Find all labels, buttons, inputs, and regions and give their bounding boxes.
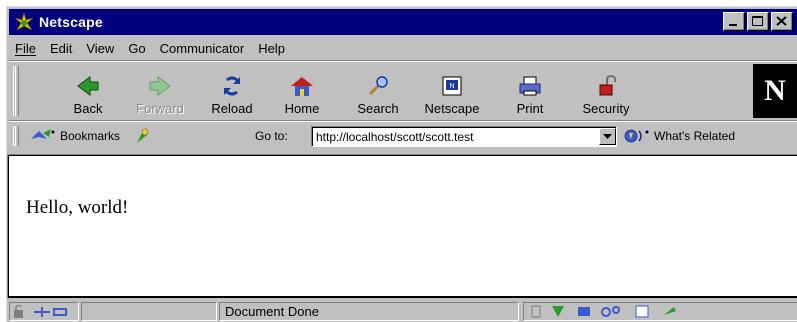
home-button[interactable]: Home — [271, 66, 333, 116]
status-bar: Document Done — [7, 299, 797, 322]
print-button[interactable]: Print — [499, 66, 561, 116]
svg-text:N: N — [449, 83, 454, 90]
location-pin-icon[interactable] — [133, 127, 151, 145]
home-icon — [291, 77, 313, 96]
goto-label: Go to: — [255, 129, 288, 143]
location-toolbar: Bookmarks Go to: http://localhost/scott/… — [9, 123, 797, 149]
toolbar-grip[interactable] — [13, 126, 19, 146]
navigator-icon — [552, 306, 564, 317]
netscape-page-icon: N — [442, 76, 462, 96]
page-content[interactable]: Hello, world! — [7, 154, 797, 298]
menu-communicator[interactable]: Communicator — [160, 41, 245, 56]
close-icon — [776, 16, 787, 26]
menu-file[interactable]: File — [15, 41, 36, 56]
forward-arrow-icon — [149, 76, 171, 96]
url-dropdown-button[interactable] — [599, 128, 616, 145]
bookmarks-button[interactable]: Bookmarks — [29, 126, 151, 146]
printer-icon — [519, 76, 541, 96]
minimize-button[interactable] — [723, 12, 745, 31]
menu-help[interactable]: Help — [258, 41, 285, 56]
separator — [9, 120, 797, 122]
url-input[interactable]: http://localhost/scott/scott.test — [311, 126, 617, 147]
minimize-icon — [729, 24, 737, 26]
bookmarks-icon — [31, 129, 55, 139]
whats-related-button[interactable]: What's Related — [623, 126, 735, 146]
chevron-down-icon — [603, 134, 612, 139]
security-button[interactable]: Security — [575, 66, 637, 116]
navigation-toolbar: Back Forward Reload Home Search N Netsca… — [9, 62, 797, 120]
content-border — [8, 296, 797, 298]
netscape-app-icon — [14, 12, 34, 31]
security-status-panel — [9, 302, 79, 321]
title-bar: Netscape — [9, 9, 797, 35]
progress-bar — [81, 302, 217, 321]
back-button[interactable]: Back — [57, 66, 119, 116]
forward-button[interactable]: Forward — [129, 66, 191, 116]
back-arrow-icon — [77, 76, 99, 96]
status-lock-icon — [14, 304, 67, 318]
close-button[interactable] — [771, 12, 793, 31]
browser-window: Netscape File Edit View Go Communicator … — [6, 6, 797, 322]
menu-view[interactable]: View — [86, 41, 114, 56]
page-text: Hello, world! — [26, 197, 129, 218]
status-text: Document Done — [225, 304, 319, 319]
search-icon — [368, 76, 388, 96]
component-bar-icons — [531, 305, 676, 318]
netscape-button[interactable]: N Netscape — [421, 66, 483, 116]
padlock-icon — [599, 74, 616, 96]
search-button[interactable]: Search — [347, 66, 409, 116]
window-controls — [723, 12, 793, 31]
reload-icon — [224, 76, 240, 96]
netscape-logo[interactable]: N — [753, 64, 797, 118]
reload-button[interactable]: Reload — [201, 66, 263, 116]
menu-bar: File Edit View Go Communicator Help — [9, 37, 797, 59]
menu-edit[interactable]: Edit — [50, 41, 72, 56]
component-bar — [523, 302, 797, 321]
whats-related-icon — [624, 129, 649, 143]
maximize-button[interactable] — [747, 12, 769, 31]
menu-go[interactable]: Go — [128, 41, 145, 56]
window-title: Netscape — [39, 14, 103, 30]
maximize-icon — [752, 16, 763, 26]
toolbar-grip[interactable] — [13, 66, 19, 116]
